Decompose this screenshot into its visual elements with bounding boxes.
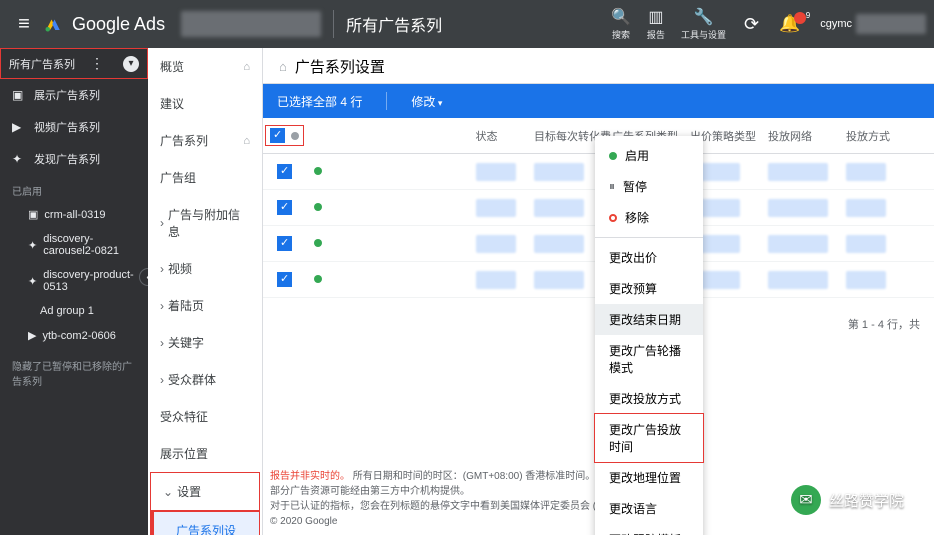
search-icon: 🔍 (611, 7, 631, 27)
nav-keywords[interactable]: 关键字 (148, 324, 262, 361)
campaign-item[interactable]: ▶ytb-com2-0606 (0, 323, 148, 348)
nav-campaigns[interactable]: 广告系列⌂ (148, 122, 262, 159)
home-icon[interactable]: ⌂ (279, 59, 287, 74)
hidden-note: 隐藏了已暂停和已移除的广告系列 (0, 348, 148, 398)
product-name: Google Ads (72, 14, 165, 35)
campaign-item[interactable]: ✦discovery-product-0513 (0, 263, 148, 299)
display-icon: ▣ (28, 208, 38, 221)
nav-overview[interactable]: 概览⌂ (148, 48, 262, 85)
nav-video[interactable]: ▶视频广告系列 (0, 111, 148, 143)
ads-logo-icon (44, 15, 62, 33)
nav-settings[interactable]: 设置 (151, 473, 259, 510)
display-icon: ▣ (12, 88, 26, 102)
nav-discovery[interactable]: ✦发现广告系列 (0, 143, 148, 175)
nav-demographics[interactable]: 受众特征 (148, 398, 262, 435)
more-icon[interactable]: ⋮ (90, 55, 104, 72)
selection-bar: 已选择全部 4 行 修改 (263, 84, 934, 118)
enable-icon (609, 152, 617, 160)
wrench-icon: 🔧 (693, 7, 713, 27)
chart-icon: ▥ (648, 7, 663, 27)
menu-change-tracking[interactable]: 更改跟踪模板 (595, 524, 703, 535)
discovery-icon: ✦ (28, 275, 37, 288)
status-dot-icon (291, 132, 299, 140)
col-status[interactable]: 状态 (476, 128, 535, 144)
all-campaigns-row[interactable]: 所有广告系列 ⋮ ▾ (0, 48, 148, 79)
account-selector[interactable] (181, 11, 321, 37)
modify-dropdown[interactable]: 修改 (411, 93, 442, 110)
status-dot-icon (314, 239, 322, 247)
nav-campaign-settings[interactable]: 广告系列设置 (151, 512, 259, 535)
nav-audiences[interactable]: 受众群体 (148, 361, 262, 398)
reports-button[interactable]: ▥报告 (647, 7, 665, 41)
menu-change-rotation[interactable]: 更改广告轮播模式 (595, 335, 703, 383)
campaign-item[interactable]: ✦discovery-carousel2-0821 (0, 227, 148, 263)
watermark: ✉ 丝路赞学院 (791, 485, 904, 515)
select-all-checkbox[interactable] (270, 128, 285, 143)
enabled-label: 已启用 (0, 175, 148, 202)
page-title: 所有广告系列 (346, 12, 442, 36)
discovery-icon: ✦ (12, 152, 26, 166)
row-checkbox[interactable] (277, 164, 292, 179)
search-button[interactable]: 🔍搜索 (611, 7, 631, 41)
pagination: 第 1 - 4 行，共 (848, 316, 920, 332)
content-title: 广告系列设置 (295, 56, 385, 77)
main-content: ⌂ 广告系列设置 已选择全部 4 行 修改 状态 目标每次转化费 广告系列类型 … (263, 48, 934, 535)
row-checkbox[interactable] (277, 272, 292, 287)
status-dot-icon (314, 275, 322, 283)
menu-change-end[interactable]: 更改结束日期 (595, 304, 703, 335)
nav-placements[interactable]: 展示位置 (148, 435, 262, 472)
menu-change-lang[interactable]: 更改语言 (595, 493, 703, 524)
remove-icon (609, 214, 617, 222)
col-delivery[interactable]: 投放方式 (846, 128, 924, 144)
row-checkbox[interactable] (277, 236, 292, 251)
menu-change-bid[interactable]: 更改出价 (595, 242, 703, 273)
nav-display[interactable]: ▣展示广告系列 (0, 79, 148, 111)
campaign-item[interactable]: ▣crm-all-0319 (0, 202, 148, 227)
secondary-nav: 概览⌂ 建议 广告系列⌂ 广告组 广告与附加信息 视频 着陆页 关键字 受众群体… (148, 48, 263, 535)
user-menu[interactable] (856, 14, 926, 34)
google-ads-logo: Google Ads (44, 14, 165, 35)
discovery-icon: ✦ (28, 239, 37, 252)
menu-change-schedule[interactable]: 更改广告投放时间 (595, 414, 703, 462)
row-checkbox[interactable] (277, 200, 292, 215)
video-icon: ▶ (28, 329, 36, 342)
home-icon: ⌂ (243, 135, 250, 147)
menu-change-budget[interactable]: 更改预算 (595, 273, 703, 304)
menu-enable[interactable]: 启用 (595, 140, 703, 171)
wechat-icon: ✉ (791, 485, 821, 515)
hamburger-menu[interactable]: ≡ (8, 13, 40, 36)
tools-button[interactable]: 🔧工具与设置 (681, 7, 726, 41)
home-icon: ⌂ (243, 61, 250, 73)
menu-change-delivery[interactable]: 更改投放方式 (595, 383, 703, 414)
menu-pause[interactable]: ⏸暂停 (595, 171, 703, 202)
left-rail: 所有广告系列 ⋮ ▾ ▣展示广告系列 ▶视频广告系列 ✦发现广告系列 已启用 ▣… (0, 48, 148, 535)
nav-extensions[interactable]: 广告与附加信息 (148, 196, 262, 250)
adgroup-item[interactable]: Ad group 1 (0, 299, 148, 323)
divider (333, 10, 334, 38)
modify-menu: 启用 ⏸暂停 移除 更改出价 更改预算 更改结束日期 更改广告轮播模式 更改投放… (595, 136, 703, 535)
status-dot-icon (314, 167, 322, 175)
nav-adgroups[interactable]: 广告组 (148, 159, 262, 196)
collapse-toggle[interactable]: ▾ (123, 56, 139, 72)
menu-remove[interactable]: 移除 (595, 202, 703, 233)
notifications-button[interactable]: 🔔9 (779, 14, 800, 34)
user-label: cgymc (820, 18, 852, 30)
nav-videos[interactable]: 视频 (148, 250, 262, 287)
status-dot-icon (314, 203, 322, 211)
menu-change-geo[interactable]: 更改地理位置 (595, 462, 703, 493)
video-icon: ▶ (12, 120, 26, 134)
selection-count: 已选择全部 4 行 (277, 93, 362, 110)
refresh-button[interactable]: ⟳ (744, 14, 759, 35)
col-networks[interactable]: 投放网络 (768, 128, 846, 144)
pause-icon: ⏸ (609, 179, 615, 194)
nav-suggestions[interactable]: 建议 (148, 85, 262, 122)
nav-landing[interactable]: 着陆页 (148, 287, 262, 324)
